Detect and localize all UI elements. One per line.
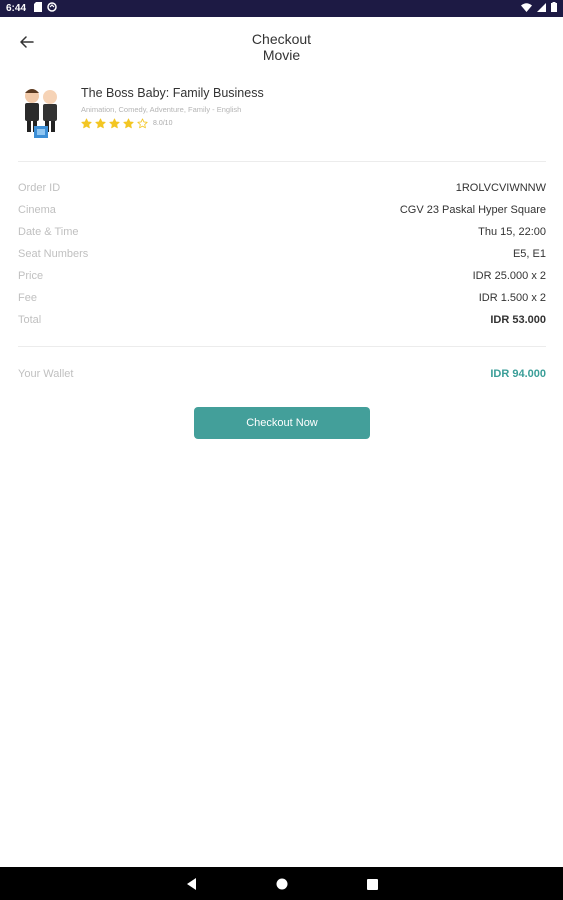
- detail-row-fee: Fee IDR 1.500 x 2: [18, 290, 546, 312]
- total-value: IDR 53.000: [490, 314, 546, 326]
- detail-row-price: Price IDR 25.000 x 2: [18, 268, 546, 290]
- detail-label: Seat Numbers: [18, 248, 89, 260]
- movie-genre: Animation, Comedy, Adventure, Family - E…: [81, 105, 242, 114]
- detail-label: Date & Time: [18, 226, 79, 238]
- movie-title: The Boss Baby: Family Business: [81, 86, 264, 100]
- detail-label: Fee: [18, 292, 37, 304]
- detail-value: IDR 1.500 x 2: [478, 292, 546, 304]
- detail-label: Total: [18, 314, 42, 326]
- status-time: 6:44: [6, 3, 27, 14]
- detail-value: CGV 23 Paskal Hyper Square: [399, 204, 546, 216]
- page-title: Checkout Movie: [0, 31, 563, 63]
- sync-icon: [47, 2, 57, 15]
- back-triangle-icon: [187, 878, 196, 890]
- movie-info: The Boss Baby: Family Business Animation…: [18, 84, 546, 144]
- wallet-balance: IDR 94.000: [490, 368, 546, 380]
- home-circle-icon: [276, 878, 288, 890]
- divider-bottom: [18, 346, 546, 347]
- wifi-icon: [521, 2, 532, 15]
- rating-text: 8.0/10: [153, 120, 173, 127]
- wallet-label: Your Wallet: [18, 368, 74, 380]
- app-bar: Checkout Movie: [0, 17, 563, 69]
- detail-label: Price: [18, 270, 44, 282]
- detail-value: E5, E1: [512, 248, 546, 260]
- movie-rating: 8.0/10: [81, 118, 172, 129]
- recents-square-icon: [366, 878, 378, 890]
- status-bar: 6:44: [0, 0, 563, 17]
- detail-row-total: Total IDR 53.000: [18, 312, 546, 334]
- star-filled-icon: [109, 118, 120, 129]
- nav-back-button[interactable]: [184, 876, 200, 892]
- detail-label: Cinema: [18, 204, 56, 216]
- order-details: Order ID 1ROLVCVIWNNW Cinema CGV 23 Pask…: [18, 180, 546, 334]
- wallet-row: Your Wallet IDR 94.000: [18, 366, 546, 386]
- system-nav-bar: [0, 867, 563, 900]
- detail-row-order-id: Order ID 1ROLVCVIWNNW: [18, 180, 546, 202]
- detail-value: IDR 25.000 x 2: [472, 270, 546, 282]
- detail-row-date-time: Date & Time Thu 15, 22:00: [18, 224, 546, 246]
- battery-icon: [551, 2, 557, 15]
- detail-value: Thu 15, 22:00: [478, 226, 546, 238]
- star-outline-icon: [137, 118, 148, 129]
- star-filled-icon: [95, 118, 106, 129]
- divider-top: [18, 161, 546, 162]
- checkout-now-button[interactable]: Checkout Now: [194, 407, 370, 439]
- page-title-line2: Movie: [262, 47, 301, 63]
- star-filled-icon: [123, 118, 134, 129]
- detail-value: 1ROLVCVIWNNW: [455, 182, 546, 194]
- movie-poster: [18, 84, 66, 140]
- star-filled-icon: [81, 118, 92, 129]
- detail-label: Order ID: [18, 182, 61, 194]
- nav-home-button[interactable]: [274, 876, 290, 892]
- detail-row-seat-numbers: Seat Numbers E5, E1: [18, 246, 546, 268]
- nav-recents-button[interactable]: [364, 876, 380, 892]
- rating-stars: [81, 118, 151, 129]
- signal-icon: [537, 2, 546, 15]
- sd-card-icon: [34, 2, 43, 15]
- page-title-line1: Checkout: [251, 31, 312, 47]
- detail-row-cinema: Cinema CGV 23 Paskal Hyper Square: [18, 202, 546, 224]
